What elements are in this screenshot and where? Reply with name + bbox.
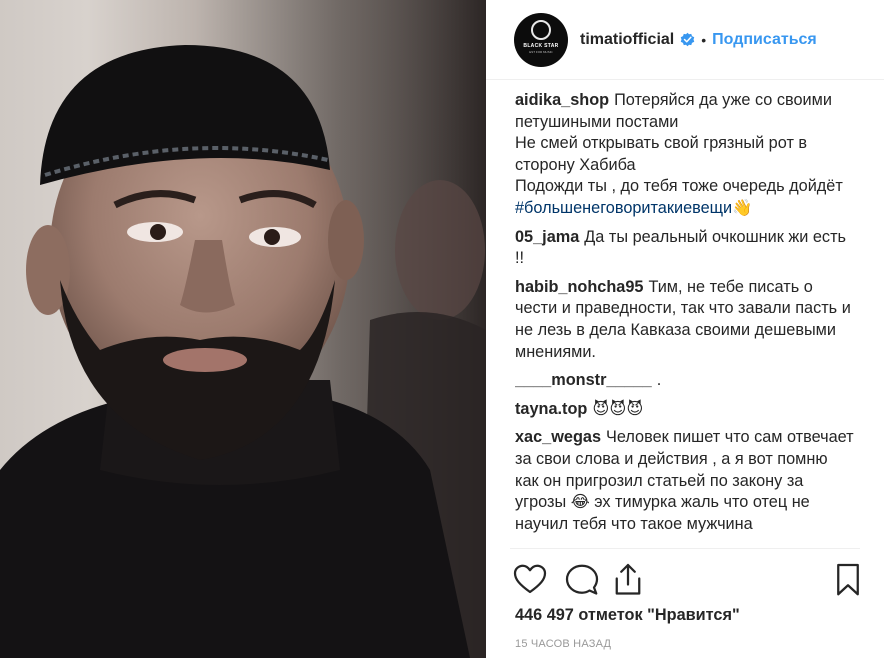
comment-item: xac_wegas Человек пишет что сам отвечает … (515, 427, 855, 535)
comment-icon[interactable] (564, 562, 600, 598)
comment-username[interactable]: xac_wegas (515, 428, 601, 446)
comment-username[interactable]: habib_nohcha95 (515, 278, 643, 296)
comment-item: habib_nohcha95 Тим, не тебе писать о чест… (515, 277, 855, 363)
comment-item: tayna.top 😈😈😈 (515, 399, 855, 421)
avatar-tag-text: EST FOR MUSIC (529, 49, 553, 54)
comment-item: 05_jama Да ты реальный очкошник жи есть !… (515, 227, 855, 270)
header-separator: • (701, 31, 707, 48)
comment-item: aidika_shop Потеряйся да уже со своими пе… (515, 90, 855, 220)
avatar-logo-icon (531, 19, 551, 40)
comment-username[interactable]: aidika_shop (515, 91, 609, 109)
likes-count[interactable]: 446 497 отметок "Нравится" (515, 606, 740, 625)
share-icon[interactable] (610, 562, 646, 598)
bookmark-icon[interactable] (830, 562, 866, 598)
post-photo[interactable] (0, 0, 486, 658)
post-details-panel: BLACK STAR EST FOR MUSIC timatiofficial … (486, 0, 884, 658)
author-avatar[interactable]: BLACK STAR EST FOR MUSIC (514, 12, 568, 67)
post-header: BLACK STAR EST FOR MUSIC timatiofficial … (486, 0, 884, 80)
comment-username[interactable]: tayna.top (515, 400, 587, 418)
comment-text: 😈😈😈 (592, 399, 644, 418)
comment-username[interactable]: ____monstr_____ (515, 371, 652, 389)
post-actions-bar (512, 562, 878, 602)
follow-button[interactable]: Подписаться (712, 31, 817, 49)
heart-icon[interactable] (512, 562, 548, 598)
actions-divider (510, 548, 860, 549)
waving-hand-emoji: 👋 (732, 198, 753, 217)
post-photo-image (0, 0, 486, 658)
comment-username[interactable]: 05_jama (515, 228, 579, 246)
post-timestamp[interactable]: 15 ЧАСОВ НАЗАД (515, 638, 611, 650)
comment-text: . (656, 371, 662, 390)
author-username[interactable]: timatiofficial (580, 31, 674, 49)
comment-item: ____monstr_____. (515, 370, 855, 392)
avatar-brand-text: BLACK STAR (523, 42, 559, 49)
comment-hashtag[interactable]: #большенеговоритакиевещи (515, 199, 732, 217)
verified-badge-icon (680, 32, 695, 47)
comments-list[interactable]: aidika_shop Потеряйся да уже со своими пе… (515, 90, 855, 548)
